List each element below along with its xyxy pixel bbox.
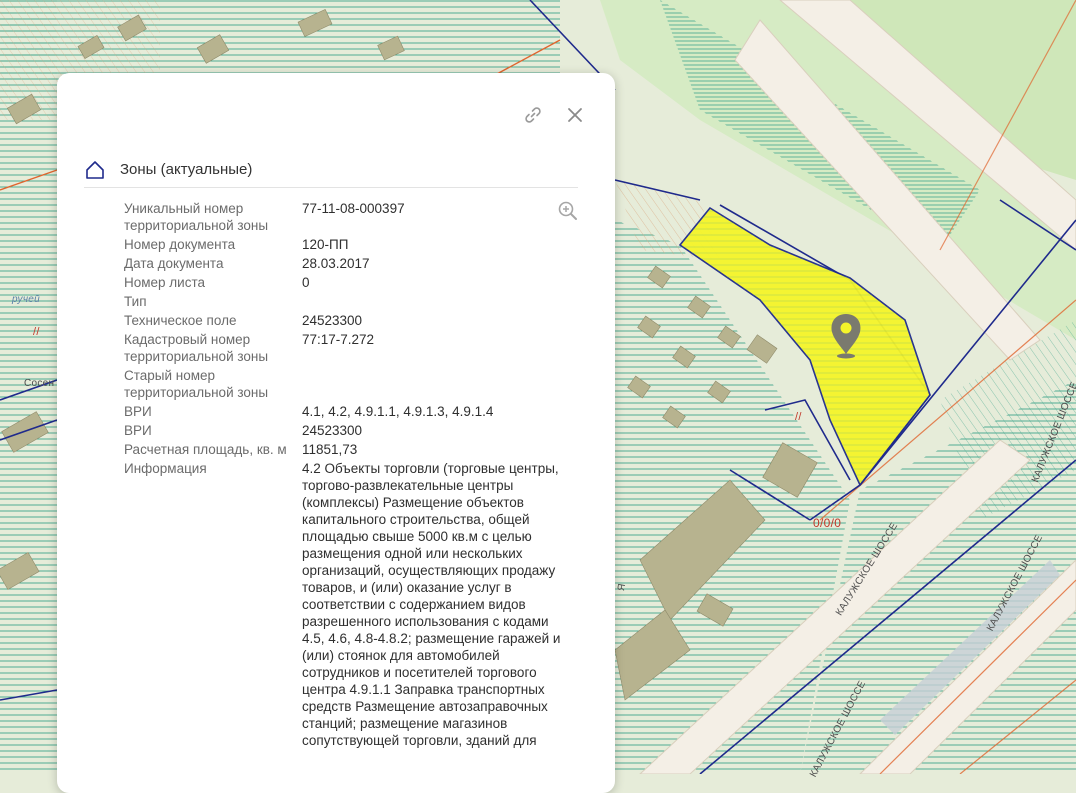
attribute-key: Кадастровый номер территориальной зоны xyxy=(124,332,269,364)
attribute-row: ВРИ 24523300 xyxy=(124,422,564,441)
attribute-row: Кадастровый номер территориальной зоны 7… xyxy=(124,331,564,367)
attribute-value: 4.2 Объекты торговли (торговые центры, т… xyxy=(302,461,561,748)
panel-title: Зоны (актуальные) xyxy=(120,161,253,178)
home-outline-icon xyxy=(86,161,104,179)
attribute-row: Уникальный номер территориальной зоны 77… xyxy=(124,200,564,236)
attribute-key: Номер документа xyxy=(124,237,236,252)
attribute-key: ВРИ xyxy=(124,404,152,419)
close-icon xyxy=(568,108,582,122)
attribute-key: Расчетная площадь, кв. м xyxy=(124,442,287,457)
attribute-table: Уникальный номер территориальной зоны 77… xyxy=(124,200,564,751)
attribute-row: Расчетная площадь, кв. м 11851,73 xyxy=(124,441,564,460)
attribute-key: Тип xyxy=(124,294,147,309)
link-button[interactable] xyxy=(521,103,545,127)
attribute-row: Информация 4.2 Объекты торговли (торговы… xyxy=(124,460,564,751)
attribute-key: Информация xyxy=(124,461,207,476)
attribute-key: Техническое поле xyxy=(124,313,237,328)
attribute-row: Тип xyxy=(124,293,564,312)
attribute-row: Номер документа 120-ПП xyxy=(124,236,564,255)
attribute-row: Техническое поле 24523300 xyxy=(124,312,564,331)
attribute-value: 28.03.2017 xyxy=(302,256,370,271)
attribute-value: 4.1, 4.2, 4.9.1.1, 4.9.1.3, 4.9.1.4 xyxy=(302,404,494,419)
attribute-value: 77:17-7.272 xyxy=(302,332,375,347)
close-button[interactable] xyxy=(563,103,587,127)
attribute-row: Дата документа 28.03.2017 xyxy=(124,255,564,274)
attribute-value: 0 xyxy=(302,275,310,290)
map-label-sosn: Сосен xyxy=(24,378,55,389)
attribute-key: Номер листа xyxy=(124,275,206,290)
map-label-mark: // xyxy=(795,411,802,423)
attribute-value: 77-11-08-000397 xyxy=(302,201,405,216)
divider xyxy=(84,187,578,188)
attribute-value: 24523300 xyxy=(302,423,363,438)
link-icon xyxy=(525,107,541,123)
attribute-key: Старый номер территориальной зоны xyxy=(124,368,269,400)
attribute-key: Уникальный номер территориальной зоны xyxy=(124,201,269,233)
map-label-stream: ручей xyxy=(12,294,41,305)
attribute-row: Старый номер территориальной зоны xyxy=(124,367,564,403)
feature-info-panel: Зоны (актуальные) Уникальный номер терри… xyxy=(57,73,615,793)
attribute-value: 120-ПП xyxy=(302,237,349,252)
attribute-row: Номер листа 0 xyxy=(124,274,564,293)
panel-header: Зоны (актуальные) xyxy=(84,159,578,189)
attribute-value xyxy=(302,293,564,312)
map-label-code: 0/0/0 xyxy=(813,516,842,530)
attribute-value: 11851,73 xyxy=(302,442,358,457)
attribute-key: ВРИ xyxy=(124,423,152,438)
attribute-key: Дата документа xyxy=(124,256,224,271)
attribute-value: 24523300 xyxy=(302,313,363,328)
map-label-mark: // xyxy=(33,326,40,338)
attribute-row: ВРИ 4.1, 4.2, 4.9.1.1, 4.9.1.3, 4.9.1.4 xyxy=(124,403,564,422)
attribute-value xyxy=(302,367,564,403)
